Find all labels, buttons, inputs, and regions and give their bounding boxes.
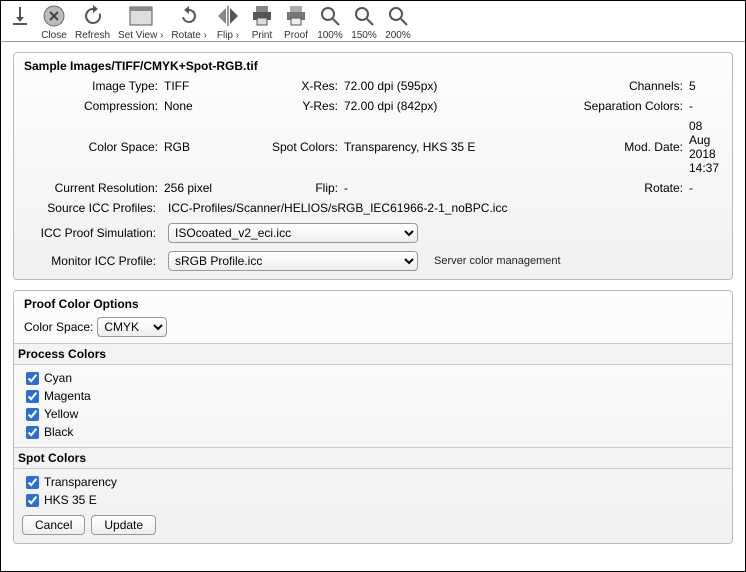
zoom200-button[interactable]: 200% [383, 3, 413, 41]
file-title: Sample Images/TIFF/CMYK+Spot-RGB.tif [24, 59, 724, 73]
print-label: Print [252, 30, 273, 41]
file-info-panel: Sample Images/TIFF/CMYK+Spot-RGB.tif Ima… [13, 52, 733, 280]
checkbox-cyan[interactable] [26, 372, 39, 385]
zoom100-label: 100% [317, 30, 343, 41]
value-spot-colors: Transparency, HKS 35 E [344, 140, 574, 154]
magnifier-icon [385, 3, 411, 29]
label-channels: Channels: [574, 79, 689, 93]
download-icon-button[interactable] [5, 3, 35, 29]
refresh-icon [80, 3, 106, 29]
value-rotate: - [689, 181, 724, 195]
zoom150-button[interactable]: 150% [349, 3, 379, 41]
refresh-button[interactable]: Refresh [73, 3, 112, 41]
icc-proof-select[interactable]: ISOcoated_v2_eci.icc [168, 223, 418, 243]
checkbox-hks35e[interactable] [26, 494, 39, 507]
zoom200-label: 200% [385, 30, 411, 41]
label-flip: Flip: [264, 181, 344, 195]
value-xres: 72.00 dpi (595px) [344, 79, 574, 93]
process-colors-header: Process Colors [14, 343, 732, 365]
rotate-label: Rotate › [171, 30, 207, 41]
label-image-type: Image Type: [24, 79, 164, 93]
flip-icon [215, 3, 241, 29]
checkbox-black[interactable] [26, 426, 39, 439]
update-button[interactable]: Update [91, 515, 156, 535]
chk-hks35e[interactable]: HKS 35 E [22, 491, 724, 509]
label-cur-res: Current Resolution: [24, 181, 164, 195]
print-icon [249, 3, 275, 29]
value-image-type: TIFF [164, 79, 264, 93]
label-hks35e: HKS 35 E [44, 493, 97, 507]
checkbox-magenta[interactable] [26, 390, 39, 403]
label-color-space: Color Space: [24, 140, 164, 154]
label-xres: X-Res: [264, 79, 344, 93]
checkbox-transparency[interactable] [26, 476, 39, 489]
label-mod-date: Mod. Date: [574, 140, 689, 154]
flip-button[interactable]: Flip › [213, 3, 243, 41]
server-note: Server color management [434, 255, 561, 267]
setview-button[interactable]: Set View › [116, 3, 165, 41]
proof-colorspace-select[interactable]: CMYK [97, 317, 167, 337]
proof-title: Proof Color Options [24, 297, 724, 311]
value-mod-date: 08 Aug 2018 14:37 [689, 119, 724, 175]
magnifier-icon [351, 3, 377, 29]
close-button[interactable]: Close [39, 3, 69, 41]
zoom100-button[interactable]: 100% [315, 3, 345, 41]
chk-magenta[interactable]: Magenta [22, 387, 724, 405]
cancel-button[interactable]: Cancel [22, 515, 85, 535]
label-yres: Y-Res: [264, 99, 344, 113]
label-compression: Compression: [24, 99, 164, 113]
setview-icon [128, 3, 154, 29]
proof-button[interactable]: Proof [281, 3, 311, 41]
download-icon [7, 3, 33, 29]
spot-colors-header: Spot Colors [14, 447, 732, 469]
label-proof-colorspace: Color Space: [24, 320, 93, 334]
proof-icon [283, 3, 309, 29]
label-monitor-icc: Monitor ICC Profile: [22, 254, 162, 268]
value-yres: 72.00 dpi (842px) [344, 99, 574, 113]
label-src-icc: Source ICC Profiles: [22, 201, 162, 215]
label-transparency: Transparency [44, 475, 117, 489]
value-cur-res: 256 pixel [164, 181, 264, 195]
proof-options-panel: Proof Color Options Color Space: CMYK Pr… [13, 290, 733, 544]
value-channels: 5 [689, 79, 724, 93]
checkbox-yellow[interactable] [26, 408, 39, 421]
label-spot-colors: Spot Colors: [264, 140, 344, 154]
label-black: Black [44, 425, 73, 439]
info-grid: Image Type:TIFF X-Res:72.00 dpi (595px) … [24, 79, 724, 195]
value-flip: - [344, 181, 574, 195]
chk-transparency[interactable]: Transparency [22, 473, 724, 491]
label-yellow: Yellow [44, 407, 78, 421]
label-cyan: Cyan [44, 371, 72, 385]
toolbar: Close Refresh Set View › Rotate › Flip ›… [1, 1, 745, 42]
value-compression: None [164, 99, 264, 113]
refresh-label: Refresh [75, 30, 110, 41]
value-src-icc: ICC-Profiles/Scanner/HELIOS/sRGB_IEC6196… [168, 201, 507, 215]
close-icon [41, 3, 67, 29]
label-rotate: Rotate: [574, 181, 689, 195]
close-label: Close [41, 30, 67, 41]
label-magenta: Magenta [44, 389, 91, 403]
chk-yellow[interactable]: Yellow [22, 405, 724, 423]
monitor-icc-select[interactable]: sRGB Profile.icc [168, 251, 418, 271]
chk-cyan[interactable]: Cyan [22, 369, 724, 387]
magnifier-icon [317, 3, 343, 29]
proof-label: Proof [284, 30, 308, 41]
rotate-button[interactable]: Rotate › [169, 3, 209, 41]
chk-black[interactable]: Black [22, 423, 724, 441]
print-button[interactable]: Print [247, 3, 277, 41]
flip-label: Flip › [217, 30, 239, 41]
value-color-space: RGB [164, 140, 264, 154]
zoom150-label: 150% [351, 30, 377, 41]
rotate-icon [176, 3, 202, 29]
setview-label: Set View › [118, 30, 163, 41]
label-icc-proof: ICC Proof Simulation: [22, 226, 162, 240]
value-sep-colors: - [689, 99, 724, 113]
label-sep-colors: Separation Colors: [574, 99, 689, 113]
